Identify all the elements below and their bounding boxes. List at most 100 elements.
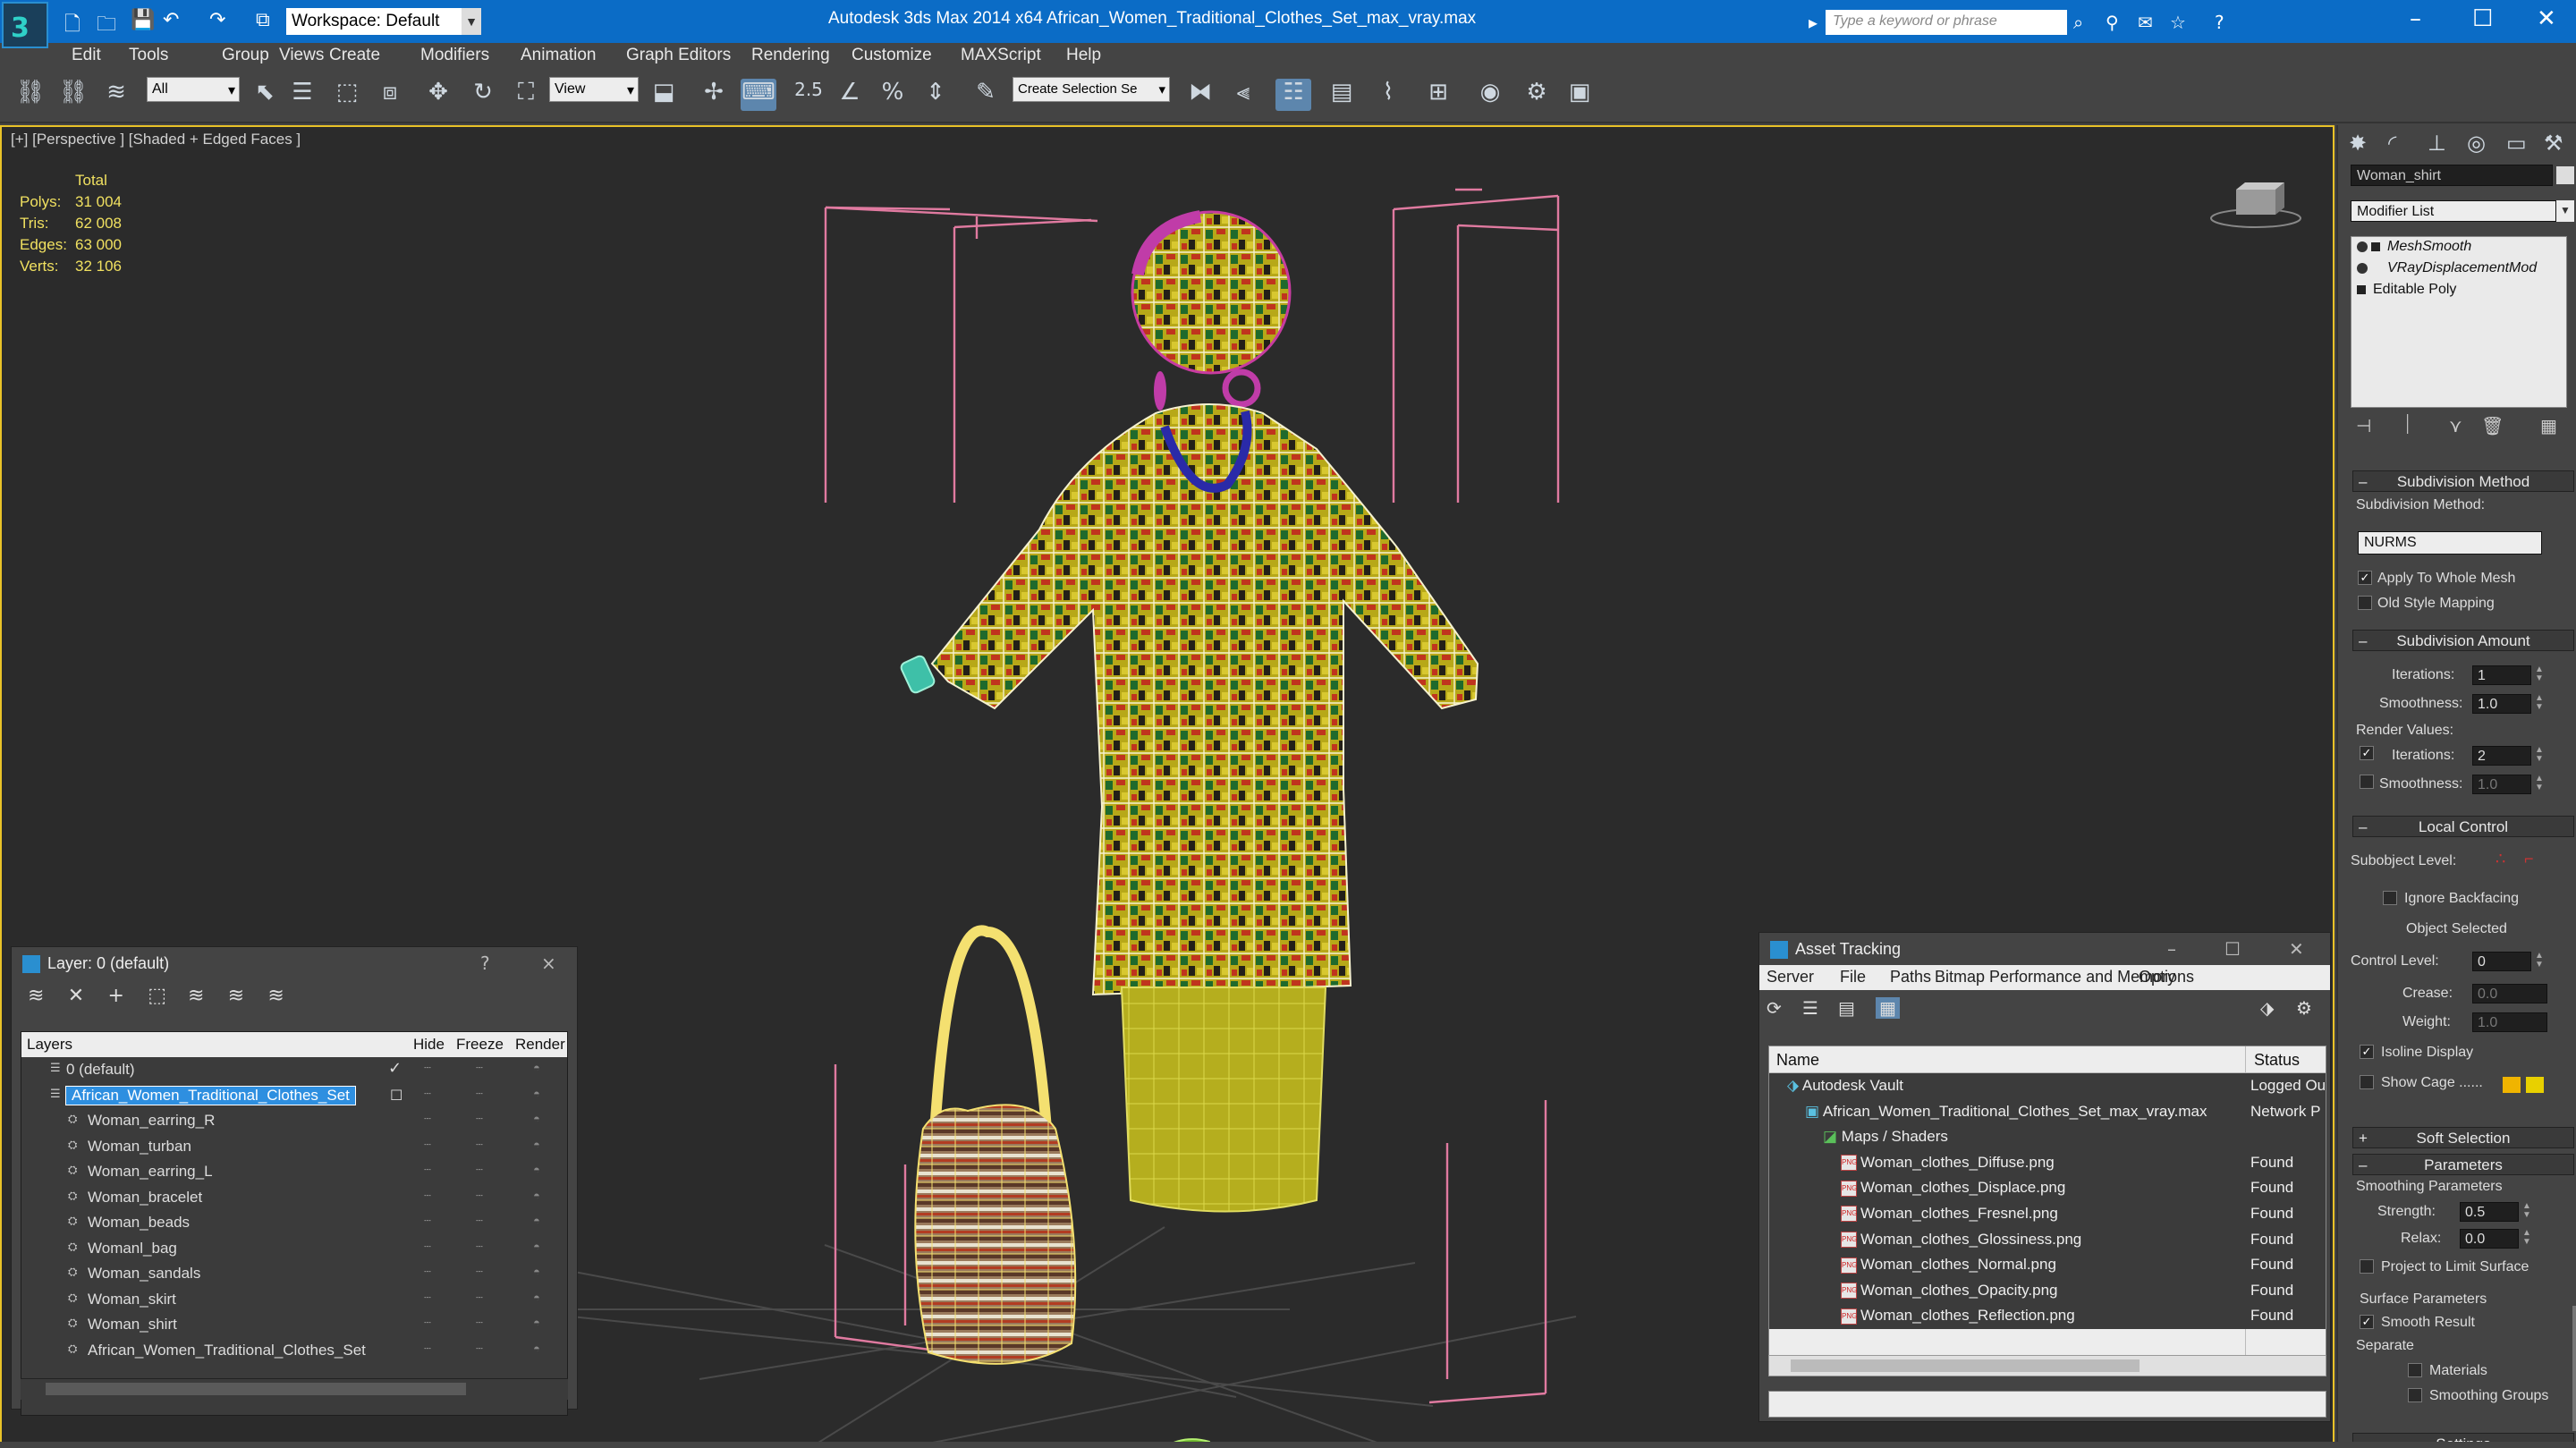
iterations-spinner[interactable]: 1 [2472, 665, 2531, 685]
asset-row[interactable]: PNG Woman_clothes_Fresnel.png Found [1769, 1200, 2326, 1227]
app-logo-button[interactable]: 3 [2, 2, 48, 48]
menu-animation[interactable]: Animation [521, 46, 597, 65]
layer-name[interactable]: African_Women_Traditional_Clothes_Set [88, 1342, 366, 1359]
layer-row[interactable]: ⛭ Woman_shirt ┄ ┄ ◓ [21, 1312, 567, 1338]
modifier-vraydisplacement[interactable]: VRayDisplacementMod [2357, 260, 2537, 276]
create-tab-icon[interactable]: ✸ [2349, 131, 2367, 156]
maximize-icon[interactable]: ☐ [2472, 5, 2493, 32]
select-manipulate-icon[interactable]: ✢ [696, 79, 732, 111]
hide-toggle-icon[interactable]: ┄ [424, 1087, 431, 1101]
undo-icon[interactable]: ↶ [163, 9, 179, 31]
expand-icon[interactable] [2371, 241, 2380, 251]
hide-toggle-icon[interactable]: ┄ [424, 1291, 431, 1305]
layer-row[interactable]: ⛭ Woman_bracelet ┄ ┄ ◓ [21, 1185, 567, 1211]
schematic-view-icon[interactable]: ⊞ [1420, 79, 1456, 111]
layer-panel-titlebar[interactable]: Layer: 0 (default) [12, 947, 577, 979]
spinner-arrows-icon[interactable]: ▲ ▼ [2533, 952, 2546, 971]
selection-filter-dropdown[interactable]: All ▾ [147, 77, 240, 102]
hide-toggle-icon[interactable]: ┄ [424, 1316, 431, 1330]
render-smoothness-checkbox[interactable] [2360, 775, 2374, 789]
project-folder-icon[interactable]: ⧉ [256, 9, 270, 31]
favorites-star-icon[interactable]: ☆ [2170, 12, 2186, 33]
lightbulb-icon[interactable] [2357, 241, 2368, 252]
spinner-snap-icon[interactable]: ⇕ [918, 79, 953, 111]
relax-spinner[interactable]: 0.0 [2460, 1229, 2519, 1249]
render-teapot-icon[interactable] [1560, 79, 1596, 111]
set-current-layer-icon[interactable]: ☐ [390, 1087, 402, 1105]
asset-menu-server[interactable]: Server [1767, 968, 1814, 987]
asset-row[interactable]: PNG Woman_clothes_Glossiness.png Found [1769, 1226, 2326, 1253]
smoothness-spinner[interactable]: 1.0 [2472, 694, 2531, 714]
rollout-subdivision-amount[interactable]: – Subdivision Amount [2352, 630, 2574, 651]
binoculars-icon[interactable]: ⌕ [2073, 12, 2083, 33]
window-crossing-icon[interactable]: ⧈ [372, 79, 408, 111]
refresh-icon[interactable]: ⟳ [1767, 997, 1782, 1019]
close-icon[interactable]: ✕ [2289, 938, 2304, 960]
freeze-toggle-icon[interactable]: ┄ [476, 1061, 483, 1075]
use-pivot-icon[interactable]: ⬓ [646, 79, 682, 111]
render-toggle-icon[interactable]: ◓ [533, 1138, 540, 1151]
column-layers[interactable]: Layers [27, 1036, 72, 1054]
percent-snap-icon[interactable]: % [875, 79, 911, 111]
hide-all-layers-icon[interactable]: ≋ [228, 985, 264, 1007]
layer-row[interactable]: ⛭ Woman_turban ┄ ┄ ◓ [21, 1134, 567, 1160]
render-toggle-icon[interactable]: ◓ [533, 1112, 540, 1125]
spinner-arrows-icon[interactable]: ▲ ▼ [2533, 775, 2546, 794]
isoline-display-checkbox[interactable]: ✓ [2360, 1045, 2374, 1059]
crease-spinner[interactable]: 0.0 [2472, 984, 2547, 1003]
expand-search-icon[interactable]: ▸ [1809, 12, 1818, 33]
hide-toggle-icon[interactable]: ┄ [424, 1342, 431, 1356]
freeze-toggle-icon[interactable]: ┄ [476, 1112, 483, 1126]
named-selection-set-dropdown[interactable]: Create Selection Se ▾ [1013, 77, 1170, 102]
create-layer-icon[interactable]: ≋ [28, 985, 64, 1007]
freeze-toggle-icon[interactable]: ┄ [476, 1342, 483, 1356]
help-icon[interactable]: ? [480, 953, 490, 974]
asset-menu-options[interactable]: Options [2139, 968, 2194, 987]
select-object-icon[interactable]: ⬉ [247, 79, 283, 111]
asset-row[interactable]: PNG Woman_clothes_Opacity.png Found [1769, 1277, 2326, 1304]
display-tab-icon[interactable]: ▭ [2506, 131, 2527, 156]
save-file-icon[interactable]: 💾 [131, 9, 155, 31]
layer-name[interactable]: Woman_earring_R [88, 1112, 215, 1130]
help-icon[interactable]: ? [2215, 12, 2224, 33]
vertex-level-icon[interactable]: ∴ [2496, 850, 2505, 868]
configure-sets-icon[interactable]: ▦ [2540, 415, 2557, 437]
asset-menu-file[interactable]: File [1840, 968, 1866, 987]
freeze-toggle-icon[interactable]: ┄ [476, 1163, 483, 1177]
layer-name[interactable]: 0 (default) [66, 1061, 135, 1079]
layer-row[interactable]: ⛭ Woman_beads ┄ ┄ ◓ [21, 1210, 567, 1236]
asset-row[interactable]: PNG Woman_clothes_Normal.png Found [1769, 1252, 2326, 1278]
layer-row[interactable]: ☰ African_Women_Traditional_Clothes_Set ☐ ┄… [21, 1083, 567, 1109]
render-smoothness-spinner[interactable]: 1.0 [2472, 775, 2531, 794]
delete-layer-icon[interactable]: ✕ [68, 985, 104, 1007]
menu-graph-editors[interactable]: Graph Editors [626, 46, 731, 65]
layer-name[interactable]: Woman_earring_L [88, 1163, 213, 1181]
hide-toggle-icon[interactable]: ┄ [424, 1240, 431, 1254]
control-level-spinner[interactable]: 0 [2472, 952, 2531, 971]
render-iterations-spinner[interactable]: 2 [2472, 746, 2531, 766]
layer-name[interactable]: Womanl_bag [88, 1240, 177, 1257]
modifier-meshsmooth[interactable]: MeshSmooth [2357, 239, 2471, 255]
layer-row[interactable]: ⛭ African_Women_Traditional_Clothes_Set ┄ ┄… [21, 1338, 567, 1364]
object-color-swatch[interactable] [2556, 166, 2574, 184]
current-layer-checkmark-icon[interactable]: ✓ [388, 1059, 402, 1078]
menu-edit[interactable]: Edit [72, 46, 101, 65]
render-toggle-icon[interactable]: ◓ [533, 1291, 540, 1304]
hierarchy-tab-icon[interactable]: ⊥ [2428, 131, 2446, 156]
vault-icon[interactable]: ⬗ [2260, 997, 2274, 1019]
angle-snap-icon[interactable]: ∠ [832, 79, 868, 111]
freeze-toggle-icon[interactable]: ┄ [476, 1265, 483, 1279]
hide-toggle-icon[interactable]: ┄ [424, 1163, 431, 1177]
menu-create[interactable]: Create [329, 46, 380, 65]
woman-bag[interactable] [914, 925, 1077, 1365]
close-icon[interactable]: × [541, 953, 556, 974]
remove-modifier-icon[interactable]: 🗑 [2481, 415, 2504, 437]
menu-customize[interactable]: Customize [852, 46, 932, 65]
menu-views[interactable]: Views [279, 46, 324, 65]
layer-row[interactable]: ⛭ Woman_sandals ┄ ┄ ◓ [21, 1261, 567, 1287]
freeze-toggle-icon[interactable]: ┄ [476, 1240, 483, 1254]
menu-rendering[interactable]: Rendering [751, 46, 830, 65]
hide-toggle-icon[interactable]: ┄ [424, 1061, 431, 1075]
woman-bracelet[interactable] [900, 655, 936, 694]
align-icon[interactable]: ⫷ [1225, 79, 1261, 111]
